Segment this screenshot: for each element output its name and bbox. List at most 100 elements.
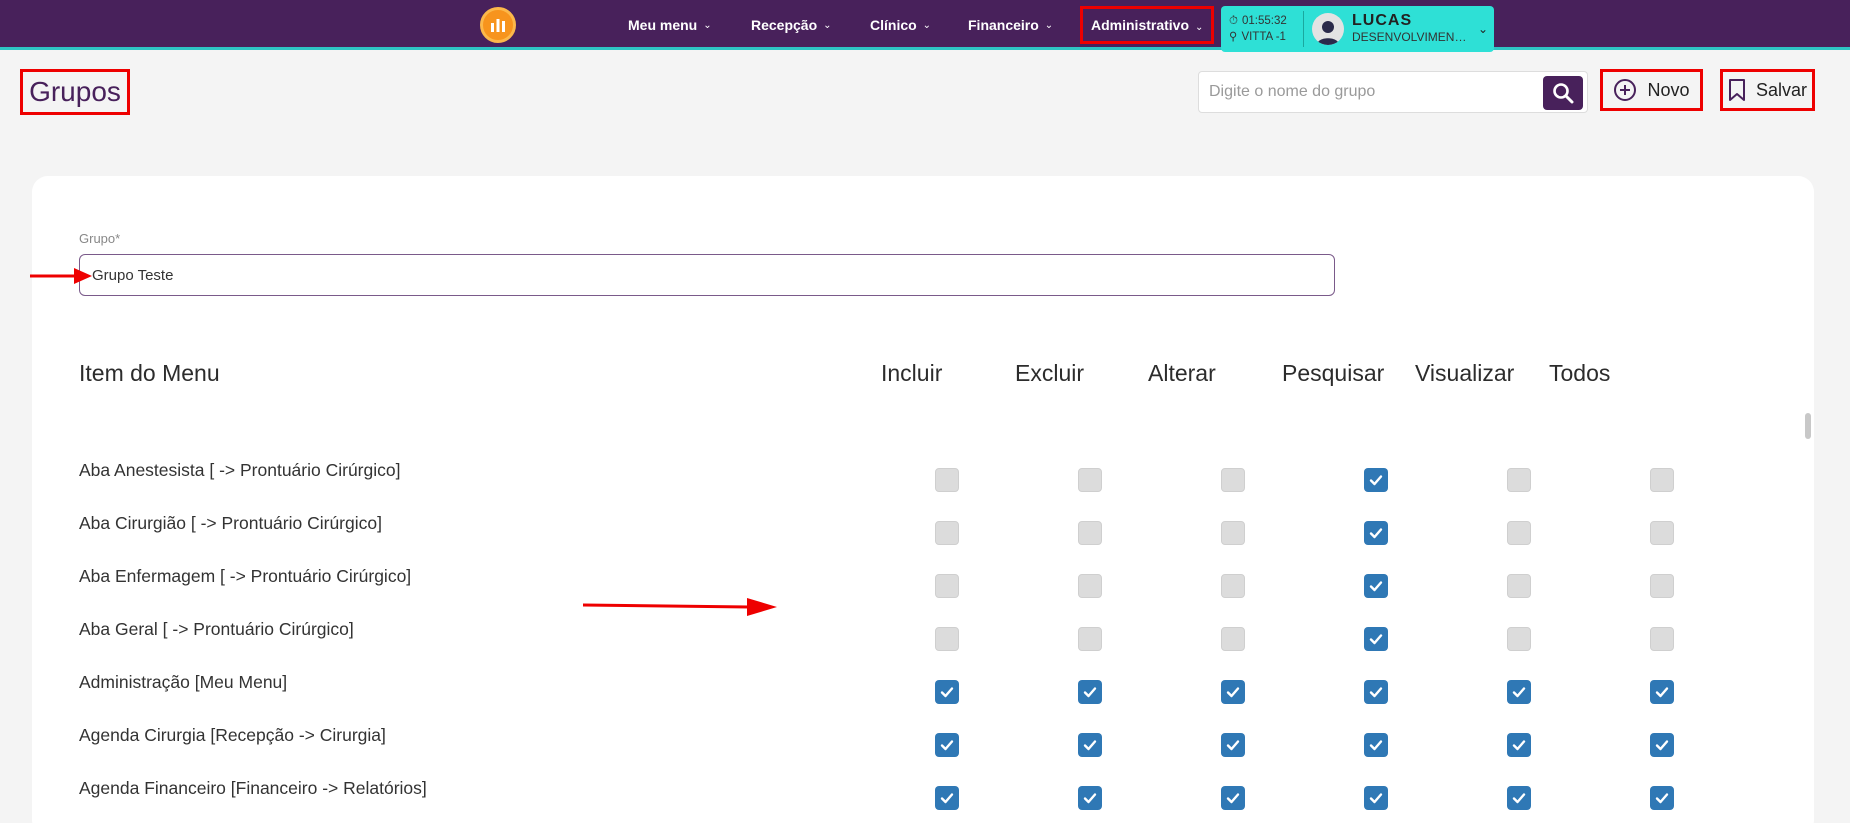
checkbox-excluir[interactable] bbox=[1078, 468, 1102, 492]
app-logo[interactable] bbox=[480, 7, 516, 43]
group-name-field[interactable]: Grupo Teste bbox=[79, 254, 1335, 296]
checkbox-todos[interactable] bbox=[1650, 574, 1674, 598]
nav-meu-menu[interactable]: Meu menu ⌄ bbox=[628, 0, 712, 50]
checkbox-todos[interactable] bbox=[1650, 521, 1674, 545]
checkmark-icon bbox=[1655, 740, 1669, 751]
checkbox-incluir[interactable] bbox=[935, 786, 959, 810]
checkmark-icon bbox=[1512, 793, 1526, 804]
checkbox-alterar[interactable] bbox=[1221, 521, 1245, 545]
checkbox-visualizar[interactable] bbox=[1507, 680, 1531, 704]
location-pin-icon: ⚲ bbox=[1229, 31, 1238, 43]
checkbox-pesquisar[interactable] bbox=[1364, 468, 1388, 492]
chevron-down-icon[interactable]: ⌄ bbox=[1478, 22, 1488, 36]
checkbox-visualizar[interactable] bbox=[1507, 733, 1531, 757]
checkmark-icon bbox=[1655, 687, 1669, 698]
checkbox-alterar[interactable] bbox=[1221, 468, 1245, 492]
col-incluir: Incluir bbox=[881, 360, 943, 386]
checkmark-icon bbox=[1226, 793, 1240, 804]
avatar bbox=[1312, 13, 1344, 45]
chevron-down-icon: ⌄ bbox=[703, 19, 712, 31]
nav-recepcao[interactable]: Recepção ⌄ bbox=[751, 0, 832, 50]
checkbox-incluir[interactable] bbox=[935, 680, 959, 704]
red-arrow-annotation bbox=[583, 598, 777, 616]
checkbox-alterar[interactable] bbox=[1221, 574, 1245, 598]
checkmark-icon bbox=[1512, 687, 1526, 698]
checkmark-icon bbox=[1226, 740, 1240, 751]
checkbox-visualizar[interactable] bbox=[1507, 468, 1531, 492]
checkbox-pesquisar[interactable] bbox=[1364, 680, 1388, 704]
checkbox-pesquisar[interactable] bbox=[1364, 786, 1388, 810]
checkmark-icon bbox=[1369, 740, 1383, 751]
checkmark-icon bbox=[1083, 740, 1097, 751]
nav-clinico[interactable]: Clínico ⌄ bbox=[870, 0, 931, 50]
search-box bbox=[1198, 71, 1588, 113]
checkbox-excluir[interactable] bbox=[1078, 733, 1102, 757]
checkmark-icon bbox=[1369, 528, 1383, 539]
table-row-label: Aba Geral [ -> Prontuário Cirúrgico] bbox=[79, 619, 354, 639]
checkmark-icon bbox=[1083, 687, 1097, 698]
checkbox-pesquisar[interactable] bbox=[1364, 521, 1388, 545]
nav-label: Clínico bbox=[870, 17, 917, 33]
checkbox-incluir[interactable] bbox=[935, 521, 959, 545]
checkbox-alterar[interactable] bbox=[1221, 733, 1245, 757]
checkbox-excluir[interactable] bbox=[1078, 627, 1102, 651]
user-silhouette-icon bbox=[1317, 21, 1339, 45]
checkbox-todos[interactable] bbox=[1650, 680, 1674, 704]
checkmark-icon bbox=[1083, 793, 1097, 804]
search-input[interactable] bbox=[1209, 72, 1529, 112]
checkbox-visualizar[interactable] bbox=[1507, 786, 1531, 810]
checkbox-todos[interactable] bbox=[1650, 733, 1674, 757]
scrollbar-thumb[interactable] bbox=[1805, 413, 1811, 439]
checkbox-incluir[interactable] bbox=[935, 627, 959, 651]
col-pesquisar: Pesquisar bbox=[1282, 360, 1385, 386]
nav-administrativo[interactable]: Administrativo ⌄ bbox=[1080, 3, 1215, 47]
checkbox-excluir[interactable] bbox=[1078, 786, 1102, 810]
user-name: LUCAS bbox=[1352, 12, 1413, 29]
session-info: ⏱ 01:55:32 ⚲ VITTA -1 bbox=[1221, 13, 1303, 45]
salvar-button[interactable]: Salvar bbox=[1720, 69, 1815, 111]
nav-label: Meu menu bbox=[628, 17, 698, 33]
checkbox-alterar[interactable] bbox=[1221, 680, 1245, 704]
checkmark-icon bbox=[940, 793, 954, 804]
checkmark-icon bbox=[940, 740, 954, 751]
checkbox-incluir[interactable] bbox=[935, 574, 959, 598]
checkbox-alterar[interactable] bbox=[1221, 786, 1245, 810]
table-row-label: Agenda Cirurgia [Recepção -> Cirurgia] bbox=[79, 725, 386, 745]
checkmark-icon bbox=[1226, 687, 1240, 698]
divider bbox=[1303, 11, 1304, 47]
checkbox-visualizar[interactable] bbox=[1507, 521, 1531, 545]
table-row-label: Administração [Meu Menu] bbox=[79, 672, 288, 692]
table-row-label: Aba Cirurgião [ -> Prontuário Cirúrgico] bbox=[79, 513, 382, 533]
search-button[interactable] bbox=[1543, 76, 1583, 110]
checkbox-excluir[interactable] bbox=[1078, 521, 1102, 545]
checkbox-todos[interactable] bbox=[1650, 786, 1674, 810]
user-menu[interactable]: ⏱ 01:55:32 ⚲ VITTA -1 LUCAS DESENVOLVIME… bbox=[1221, 6, 1494, 52]
checkbox-todos[interactable] bbox=[1650, 468, 1674, 492]
checkbox-todos[interactable] bbox=[1650, 627, 1674, 651]
checkbox-pesquisar[interactable] bbox=[1364, 574, 1388, 598]
col-excluir: Excluir bbox=[1015, 360, 1085, 386]
checkbox-excluir[interactable] bbox=[1078, 680, 1102, 704]
plus-circle-icon bbox=[1614, 79, 1637, 101]
chevron-down-icon: ⌄ bbox=[1195, 22, 1204, 33]
checkbox-excluir[interactable] bbox=[1078, 574, 1102, 598]
novo-button[interactable]: Novo bbox=[1600, 69, 1703, 111]
checkbox-visualizar[interactable] bbox=[1507, 574, 1531, 598]
novo-label: Novo bbox=[1647, 79, 1690, 100]
nav-financeiro[interactable]: Financeiro ⌄ bbox=[968, 0, 1053, 50]
user-identity: LUCAS DESENVOLVIMENTO bbox=[1352, 13, 1470, 45]
nav-label: Recepção bbox=[751, 17, 818, 33]
checkbox-alterar[interactable] bbox=[1221, 627, 1245, 651]
checkbox-incluir[interactable] bbox=[935, 733, 959, 757]
page-title: Grupos bbox=[20, 69, 130, 115]
checkmark-icon bbox=[1655, 793, 1669, 804]
checkmark-icon bbox=[1369, 581, 1383, 592]
checkbox-visualizar[interactable] bbox=[1507, 627, 1531, 651]
checkbox-pesquisar[interactable] bbox=[1364, 733, 1388, 757]
checkbox-incluir[interactable] bbox=[935, 468, 959, 492]
chevron-down-icon: ⌄ bbox=[823, 19, 832, 31]
checkmark-icon bbox=[1512, 740, 1526, 751]
checkbox-pesquisar[interactable] bbox=[1364, 627, 1388, 651]
bookmark-icon bbox=[1728, 79, 1745, 101]
checkmark-icon bbox=[1369, 687, 1383, 698]
